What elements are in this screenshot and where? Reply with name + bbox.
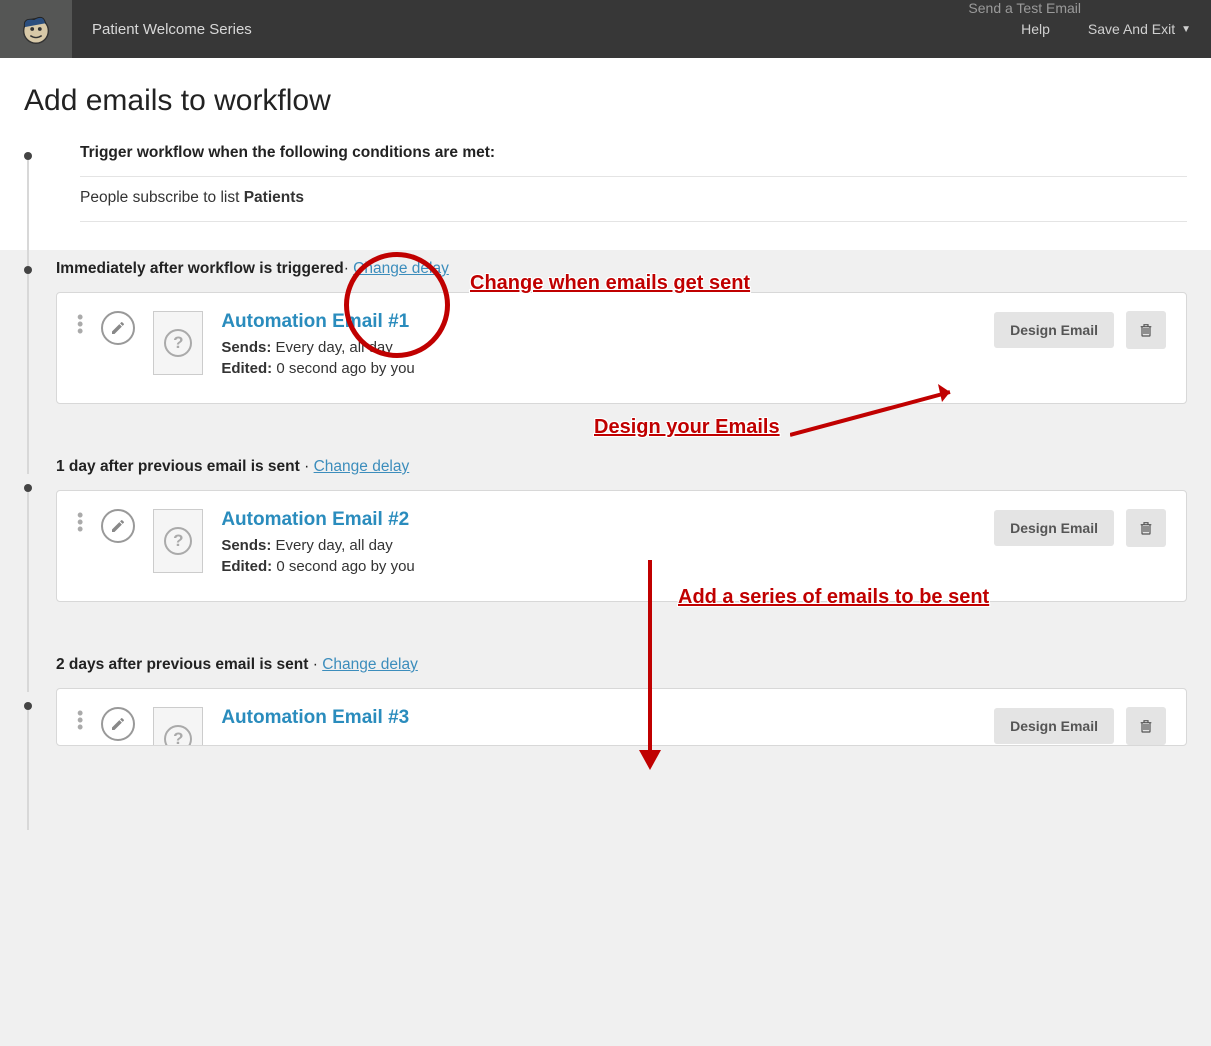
change-delay-link[interactable]: Change delay <box>314 458 410 475</box>
workflow-title: Patient Welcome Series <box>92 21 252 38</box>
top-bar: Patient Welcome Series Send a Test Email… <box>0 0 1211 58</box>
edited-value: 0 second ago by you <box>276 360 414 377</box>
delay-text: Immediately after workflow is triggered·… <box>56 250 1187 292</box>
mailchimp-icon <box>17 10 55 48</box>
email-step: 2 days after previous email is sent · Ch… <box>24 646 1211 746</box>
chevron-down-icon: ▼ <box>1181 24 1191 35</box>
question-icon: ? <box>164 527 192 555</box>
edit-button[interactable] <box>101 311 135 345</box>
trash-icon <box>1138 718 1154 734</box>
trash-icon <box>1138 322 1154 338</box>
change-delay-link[interactable]: Change delay <box>353 260 449 277</box>
question-icon: ? <box>164 329 192 357</box>
drag-handle-icon[interactable]: ••• <box>77 509 83 534</box>
trigger-list-name: Patients <box>244 189 304 206</box>
email-title[interactable]: Automation Email #2 <box>221 509 976 531</box>
drag-handle-icon[interactable]: ••• <box>77 707 83 732</box>
sends-value: Every day, all day <box>276 537 393 554</box>
email-card: ••• ? Automation Email #1 Sends: Every d… <box>56 292 1187 404</box>
edited-value: 0 second ago by you <box>276 558 414 575</box>
send-test-link[interactable]: Send a Test Email <box>968 0 1081 16</box>
email-thumbnail: ? <box>153 509 203 573</box>
question-icon: ? <box>164 725 192 746</box>
trash-icon <box>1138 520 1154 536</box>
pencil-icon <box>110 320 126 336</box>
delay-text: 1 day after previous email is sent · Cha… <box>56 448 1187 490</box>
save-and-exit-button[interactable]: Save And Exit ▼ <box>1088 21 1191 37</box>
delete-button[interactable] <box>1126 509 1166 547</box>
design-email-button[interactable]: Design Email <box>994 510 1114 546</box>
drag-handle-icon[interactable]: ••• <box>77 311 83 336</box>
delay-text: 2 days after previous email is sent · Ch… <box>56 646 1187 688</box>
email-step: 1 day after previous email is sent · Cha… <box>24 448 1211 602</box>
change-delay-link[interactable]: Change delay <box>322 656 418 673</box>
design-email-button[interactable]: Design Email <box>994 708 1114 744</box>
design-email-button[interactable]: Design Email <box>994 312 1114 348</box>
email-title[interactable]: Automation Email #1 <box>221 311 976 333</box>
mailchimp-logo[interactable] <box>0 0 72 58</box>
workflow-timeline: Trigger workflow when the following cond… <box>0 144 1211 746</box>
delete-button[interactable] <box>1126 311 1166 349</box>
timeline-dot <box>24 152 32 160</box>
email-card: ••• ? Automation Email #2 Sends: Every d… <box>56 490 1187 602</box>
email-thumbnail: ? <box>153 707 203 746</box>
delete-button[interactable] <box>1126 707 1166 745</box>
edit-button[interactable] <box>101 707 135 741</box>
pencil-icon <box>110 518 126 534</box>
email-step: Immediately after workflow is triggered·… <box>24 250 1211 404</box>
save-exit-label: Save And Exit <box>1088 21 1175 37</box>
help-link[interactable]: Help <box>1021 21 1050 37</box>
email-title[interactable]: Automation Email #3 <box>221 707 976 729</box>
edit-button[interactable] <box>101 509 135 543</box>
page-title: Add emails to workflow <box>0 58 1211 144</box>
email-thumbnail: ? <box>153 311 203 375</box>
trigger-condition: People subscribe to list Patients <box>80 177 1187 221</box>
pencil-icon <box>110 716 126 732</box>
trigger-heading: Trigger workflow when the following cond… <box>80 144 1187 176</box>
sends-value: Every day, all day <box>276 339 393 356</box>
email-card: ••• ? Automation Email #3 Design Email <box>56 688 1187 746</box>
trigger-section: Trigger workflow when the following cond… <box>24 144 1211 222</box>
